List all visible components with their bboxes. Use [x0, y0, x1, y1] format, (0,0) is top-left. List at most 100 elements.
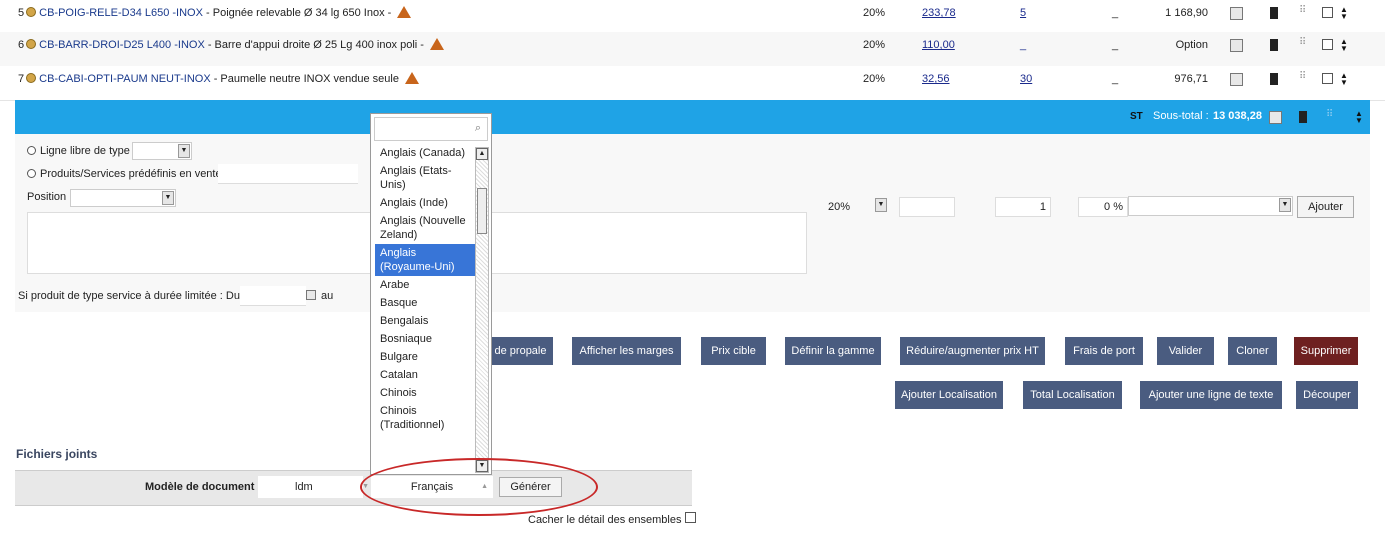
grid-icon: ⠿ — [1299, 71, 1307, 82]
hide-detail-text: Cacher le détail des ensembles — [528, 514, 682, 526]
trash-icon[interactable] — [1270, 73, 1278, 85]
line-number: 7 — [18, 73, 25, 85]
action-button[interactable]: Ajouter Localisation — [895, 381, 1003, 409]
action-button[interactable]: Prix cible — [701, 337, 766, 365]
action-button[interactable]: Réduire/augmenter prix HT — [900, 337, 1045, 365]
product-ref-link[interactable]: CB-BARR-DROI-D25 L400 -INOX — [39, 39, 205, 51]
calendar-icon[interactable] — [306, 290, 316, 300]
hide-detail-checkbox[interactable] — [684, 512, 696, 523]
language-option[interactable]: Bengalais — [375, 312, 475, 330]
action-button[interactable]: Découper — [1296, 381, 1358, 409]
unit-select[interactable]: ▼ — [1128, 196, 1293, 216]
line-number: 6 — [18, 39, 25, 51]
subtotal-value: 13 038,28 — [1213, 110, 1262, 122]
subtotal-badge: ST — [1130, 111, 1143, 122]
line-checkbox[interactable] — [1322, 73, 1333, 84]
updown-icon[interactable]: ▲ ▼ — [1340, 38, 1348, 53]
language-option[interactable]: Anglais (Royaume-Uni) — [375, 244, 475, 276]
updown-icon[interactable]: ▲ ▼ — [1355, 110, 1363, 125]
action-button[interactable]: Supprimer — [1294, 337, 1358, 365]
line-unit-price[interactable]: 233,78 — [922, 0, 956, 34]
model-select[interactable]: ldm ▼ — [258, 476, 369, 498]
radio-free-line-label: Ligne libre de type — [40, 145, 130, 157]
radio-predefined[interactable]: Produits/Services prédéfinis en vente — [27, 168, 222, 180]
edit-icon[interactable] — [1230, 73, 1243, 86]
action-button[interactable]: Total Localisation — [1023, 381, 1122, 409]
warning-icon — [430, 38, 445, 50]
line-number: 5 — [18, 7, 25, 19]
updown-icon[interactable]: ▲ ▼ — [1340, 6, 1348, 21]
model-select-value: ldm — [295, 481, 313, 493]
line-tva: 20% — [863, 7, 886, 19]
language-option[interactable]: Anglais (Nouvelle Zeland) — [375, 212, 475, 244]
line-total: 1 168,90 — [1165, 7, 1208, 19]
trash-icon[interactable] — [1270, 7, 1278, 19]
action-button[interactable]: de propale — [488, 337, 553, 365]
line-total: 976,71 — [1174, 73, 1208, 85]
language-option[interactable]: Anglais (Etats-Unis) — [375, 162, 475, 194]
language-option[interactable]: Bosniaque — [375, 330, 475, 348]
action-button[interactable]: Cloner — [1228, 337, 1277, 365]
qty-input[interactable]: 1 — [995, 197, 1051, 217]
line-description: 5 CB-POIG-RELE-D34 L650 -INOX - Poignée r… — [18, 0, 412, 34]
discount-input[interactable]: 0 % — [1078, 197, 1128, 217]
grid-icon: ⠿ — [1299, 37, 1307, 48]
line-checkbox[interactable] — [1322, 7, 1333, 18]
table-row: 7 CB-CABI-OPTI-PAUM NEUT-INOX - Paumelle … — [0, 66, 1385, 101]
product-search-input[interactable] — [218, 164, 358, 184]
line-qty[interactable]: 5 — [1020, 0, 1026, 34]
model-label: Modèle de document — [145, 481, 255, 493]
tva-select[interactable]: ▼ — [872, 197, 888, 215]
price-input[interactable] — [899, 197, 955, 217]
edit-icon[interactable] — [1230, 39, 1243, 52]
language-option[interactable]: Bulgare — [375, 348, 475, 366]
trash-icon[interactable] — [1299, 111, 1307, 123]
product-icon — [26, 39, 37, 49]
action-button[interactable]: Définir la gamme — [785, 337, 881, 365]
line-checkbox[interactable] — [1322, 39, 1333, 50]
language-option[interactable]: Chinois (Traditionnel) — [375, 402, 475, 434]
action-button[interactable]: Valider — [1157, 337, 1214, 365]
service-to-label: au — [321, 290, 334, 302]
dropdown-scrollbar[interactable]: ▲ ▼ — [475, 147, 489, 473]
product-ref-link[interactable]: CB-CABI-OPTI-PAUM NEUT-INOX — [39, 73, 211, 85]
position-label: Position — [27, 191, 67, 203]
line-qty[interactable]: 30 — [1020, 66, 1032, 100]
language-option[interactable]: Anglais (Canada) — [375, 144, 475, 162]
position-select[interactable]: ▼ — [70, 189, 176, 207]
edit-icon[interactable] — [1269, 111, 1282, 124]
language-option[interactable]: Arabe — [375, 276, 475, 294]
language-option[interactable]: Catalan — [375, 366, 475, 384]
trash-icon[interactable] — [1270, 39, 1278, 51]
language-option[interactable]: Anglais (Inde) — [375, 194, 475, 212]
grid-icon: ⠿ — [1299, 5, 1307, 16]
service-start-input[interactable] — [240, 286, 306, 306]
updown-icon[interactable]: ▲ ▼ — [1340, 72, 1348, 87]
free-line-type-select[interactable]: ▼ — [132, 142, 192, 160]
subtotal-bar: ST Sous-total : 13 038,28 ⠿ ▲ ▼ — [15, 100, 1370, 134]
service-label: Si produit de type service à durée limit… — [18, 290, 240, 302]
add-button[interactable]: Ajouter — [1297, 196, 1354, 218]
product-ref-link[interactable]: CB-POIG-RELE-D34 L650 -INOX — [39, 7, 203, 19]
radio-free-line[interactable]: Ligne libre de type — [27, 145, 130, 157]
line-qty[interactable]: _ — [1020, 32, 1026, 66]
product-label: - Barre d'appui droite Ø 25 Lg 400 inox … — [204, 39, 428, 51]
scroll-up-icon[interactable]: ▲ — [476, 148, 488, 160]
line-unit-price[interactable]: 32,56 — [922, 66, 950, 100]
scroll-thumb[interactable] — [477, 188, 487, 234]
line-description: 6 CB-BARR-DROI-D25 L400 -INOX - Barre d'a… — [18, 32, 445, 66]
line-unit-price[interactable]: 110,00 — [922, 32, 955, 66]
language-option[interactable]: Chinois — [375, 384, 475, 402]
product-icon — [26, 7, 37, 17]
action-button[interactable]: Afficher les marges — [572, 337, 681, 365]
line-discount: _ — [1112, 39, 1119, 51]
action-button[interactable]: Frais de port — [1065, 337, 1143, 365]
edit-icon[interactable] — [1230, 7, 1243, 20]
action-button[interactable]: Ajouter une ligne de texte — [1140, 381, 1282, 409]
subtotal-label: Sous-total : — [1153, 110, 1209, 122]
language-search-input[interactable]: ⌕ — [374, 117, 488, 141]
line-total: Option — [1175, 39, 1208, 51]
add-line-form: Ligne libre de type ▼ Produits/Services … — [15, 134, 1370, 312]
table-row: 6 CB-BARR-DROI-D25 L400 -INOX - Barre d'a… — [0, 32, 1385, 67]
language-option[interactable]: Basque — [375, 294, 475, 312]
